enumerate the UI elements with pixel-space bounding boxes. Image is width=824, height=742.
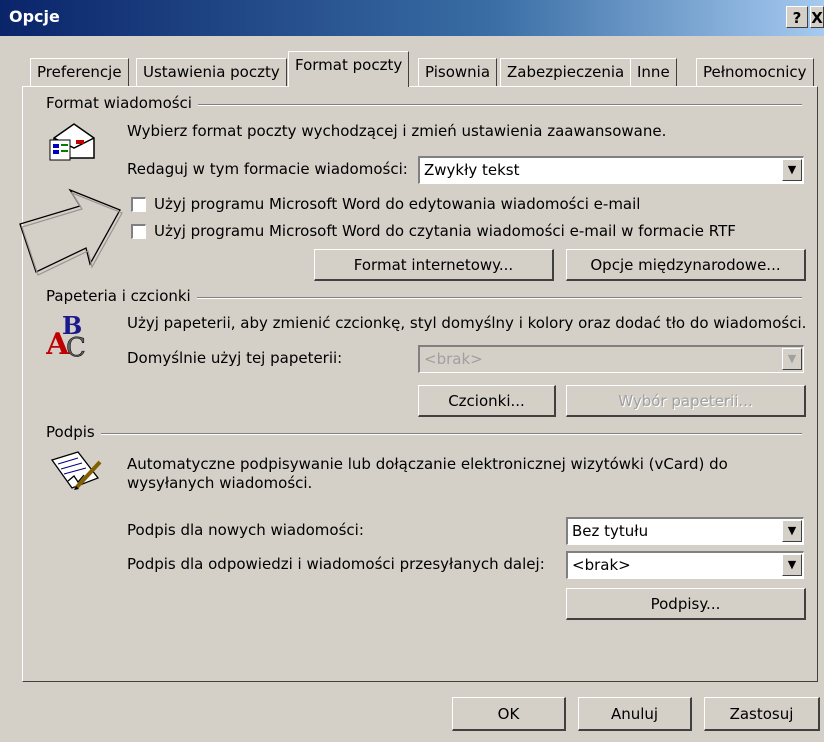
chevron-down-icon[interactable]: ▼	[782, 520, 802, 542]
stationery-description: Użyj papeterii, aby zmienić czcionkę, st…	[127, 314, 807, 332]
chevron-down-icon[interactable]: ▼	[782, 159, 802, 181]
signature-group-label: Podpis	[46, 423, 101, 441]
tab-pelnomocnicy[interactable]: Pełnomocnicy	[696, 58, 814, 86]
close-button[interactable]: X	[810, 6, 824, 28]
international-options-button[interactable]: Opcje międzynarodowe...	[566, 249, 806, 281]
word-edit-checkbox[interactable]	[131, 197, 146, 212]
format-description: Wybierz format poczty wychodzącej i zmie…	[127, 122, 667, 140]
ok-button[interactable]: OK	[452, 697, 566, 731]
new-signature-select[interactable]: Bez tytułu ▼	[566, 517, 804, 545]
stationery-picker-button[interactable]: Wybór papeterii...	[566, 385, 806, 417]
chevron-down-icon[interactable]: ▼	[782, 348, 802, 370]
signature-icon	[50, 451, 102, 490]
format-group-label: Format wiadomości	[46, 94, 198, 112]
pointer-arrow-icon	[19, 188, 123, 276]
apply-button[interactable]: Zastosuj	[704, 697, 820, 731]
word-read-label: Użyj programu Microsoft Word do czytania…	[154, 222, 736, 240]
tab-zabezpieczenia[interactable]: Zabezpieczenia	[500, 58, 632, 86]
fonts-button[interactable]: Czcionki...	[418, 385, 556, 417]
stationery-group-label: Papeteria i czcionki	[46, 287, 197, 305]
message-format-icon	[49, 123, 95, 161]
signatures-button[interactable]: Podpisy...	[566, 588, 806, 620]
stationery-select[interactable]: <brak> ▼	[418, 345, 804, 373]
signature-description-line1: Automatyczne podpisywanie lub dołączanie…	[127, 455, 728, 473]
reply-signature-value: <brak>	[572, 556, 631, 574]
tab-ustawienia-poczty[interactable]: Ustawienia poczty	[136, 58, 287, 86]
new-signature-label: Podpis dla nowych wiadomości:	[127, 521, 364, 539]
chevron-down-icon[interactable]: ▼	[782, 554, 802, 576]
word-edit-label: Użyj programu Microsoft Word do edytowan…	[154, 195, 641, 213]
signature-description-line2: wysyłanych wiadomości.	[127, 474, 313, 492]
cancel-button[interactable]: Anuluj	[578, 697, 692, 731]
svg-text:C: C	[66, 333, 86, 358]
reply-signature-select[interactable]: <brak> ▼	[566, 551, 804, 579]
stationery-default-label: Domyślnie użyj tej papeterii:	[127, 349, 343, 367]
reply-signature-label: Podpis dla odpowiedzi i wiadomości przes…	[127, 555, 545, 573]
compose-format-select[interactable]: Zwykły tekst ▼	[418, 156, 804, 184]
help-button[interactable]: ?	[786, 6, 808, 28]
tab-pisownia[interactable]: Pisownia	[418, 58, 498, 86]
divider	[46, 433, 802, 435]
new-signature-value: Bez tytułu	[572, 522, 649, 540]
window-title: Opcje	[9, 7, 60, 26]
compose-format-label: Redaguj w tym formacie wiadomości:	[127, 160, 408, 178]
word-read-checkbox[interactable]	[131, 224, 146, 239]
tab-inne[interactable]: Inne	[630, 58, 677, 86]
stationery-value: <brak>	[424, 350, 483, 368]
tab-preferencje[interactable]: Preferencje	[30, 58, 129, 86]
tab-format-poczty[interactable]: Format poczty	[288, 51, 410, 87]
fonts-abc-icon: B A C	[46, 311, 86, 358]
internet-format-button[interactable]: Format internetowy...	[314, 249, 554, 281]
compose-format-value: Zwykły tekst	[424, 161, 520, 179]
title-bar: Opcje ? X	[0, 0, 824, 36]
